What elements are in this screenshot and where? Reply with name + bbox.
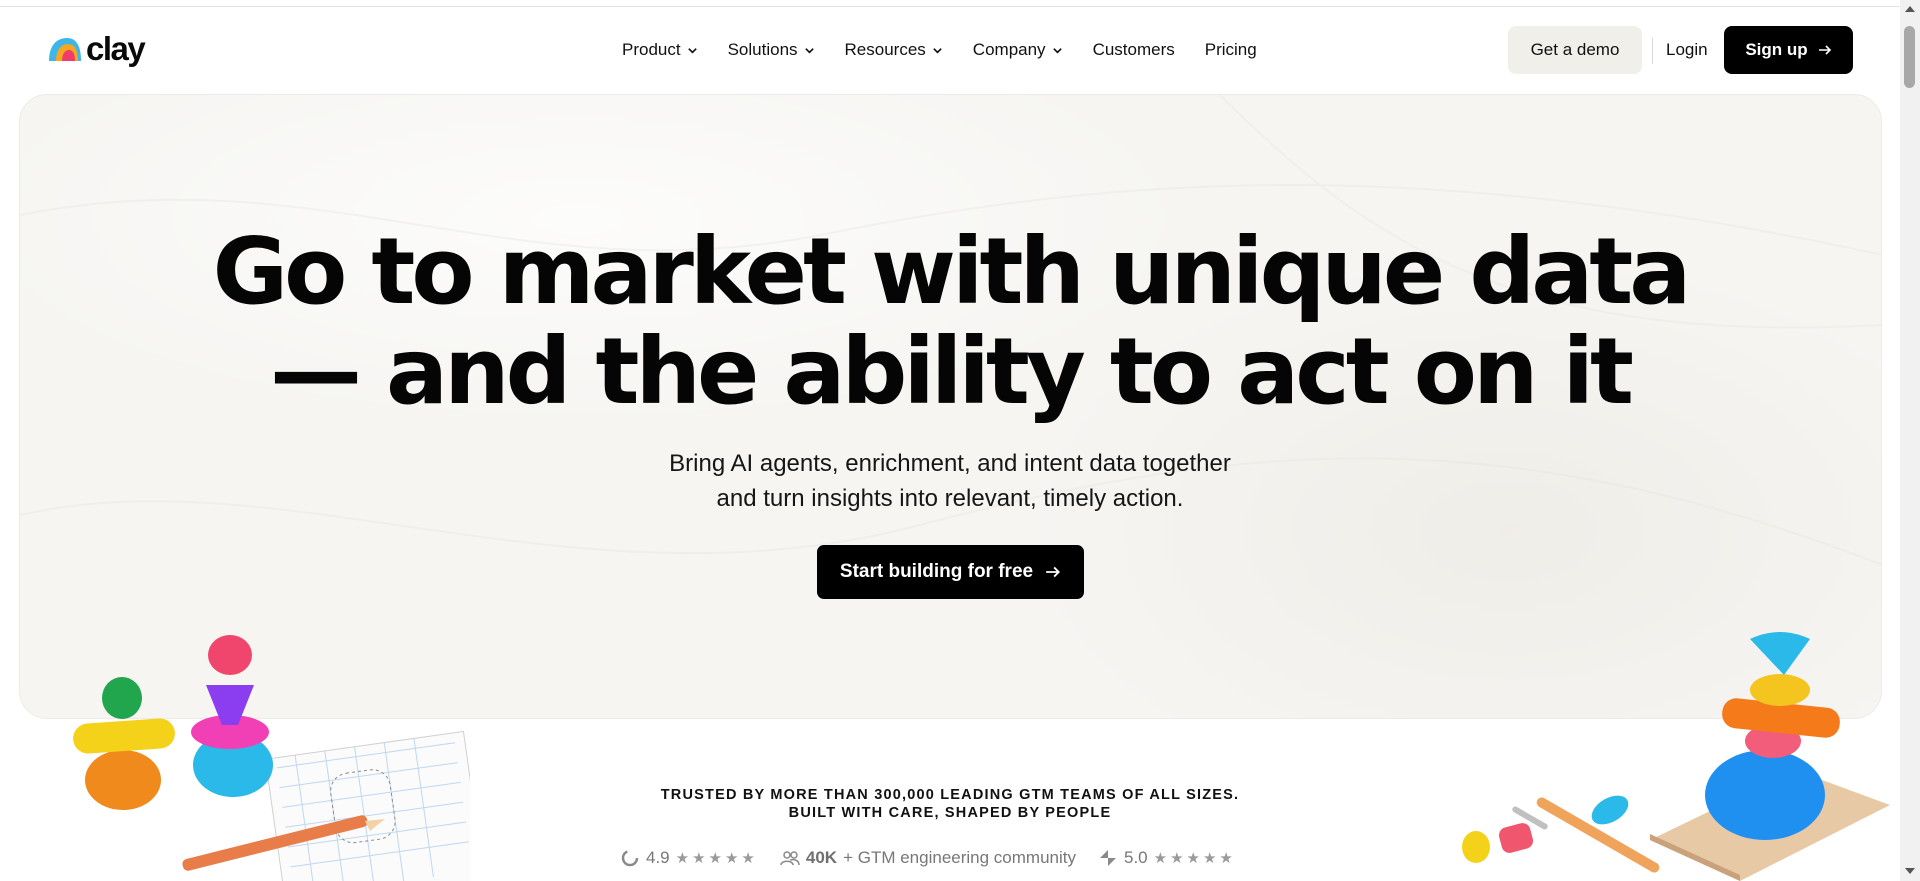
start-building-button[interactable]: Start building for free	[817, 545, 1084, 599]
scroll-down-arrow-icon[interactable]	[1905, 868, 1915, 874]
chevron-down-icon	[687, 47, 697, 54]
community-count: 40K	[805, 848, 838, 867]
top-navigation: clay Product Solutions Resources Company…	[0, 8, 1900, 92]
trust-statement: TRUSTED BY MORE THAN 300,000 LEADING GTM…	[0, 786, 1900, 822]
sign-up-label: Sign up	[1745, 40, 1808, 59]
headline-line-2: — and the ability to act on it	[270, 318, 1634, 425]
subheadline-line-2: and turn insights into relevant, timely …	[716, 485, 1184, 512]
arrow-right-icon	[1818, 45, 1831, 55]
get-a-demo-button[interactable]: Get a demo	[1508, 26, 1642, 74]
nav-product[interactable]: Product	[622, 40, 698, 60]
chevron-down-icon	[1052, 47, 1062, 54]
clay-logo-icon	[49, 37, 81, 61]
g2-rating[interactable]: 4.9 ★★★★★	[620, 848, 758, 868]
nav-resources[interactable]: Resources	[845, 40, 943, 60]
login-link[interactable]: Login	[1666, 40, 1708, 60]
nav-pricing-label: Pricing	[1204, 40, 1257, 59]
subheadline-line-1: Bring AI agents, enrichment, and intent …	[669, 450, 1231, 477]
chevron-down-icon	[804, 47, 814, 54]
arrow-right-icon	[1046, 566, 1061, 578]
primary-nav: Product Solutions Resources Company Cust…	[622, 40, 1287, 60]
capterra-rating[interactable]: 5.0 ★★★★★	[1098, 848, 1236, 868]
trust-line-2: BUILT WITH CARE, SHAPED BY PEOPLE	[788, 805, 1112, 821]
community-icon	[780, 851, 800, 866]
page-scrollbar[interactable]	[1900, 0, 1920, 881]
nav-product-label: Product	[622, 40, 681, 59]
g2-icon	[621, 849, 639, 867]
community-stat[interactable]: 40K + GTM engineering community	[780, 848, 1076, 868]
nav-solutions[interactable]: Solutions	[728, 40, 815, 60]
nav-solutions-label: Solutions	[727, 40, 798, 59]
browser-top-edge	[0, 0, 1920, 7]
start-building-label: Start building for free	[839, 561, 1034, 582]
sign-up-button[interactable]: Sign up	[1724, 26, 1853, 74]
nav-divider	[1652, 38, 1653, 64]
star-rating-icon: ★★★★★	[675, 850, 758, 867]
clay-logo[interactable]: clay	[47, 30, 146, 67]
nav-pricing[interactable]: Pricing	[1205, 40, 1257, 60]
scrollbar-thumb[interactable]	[1904, 26, 1915, 88]
nav-resources-label: Resources	[844, 40, 926, 59]
headline-line-1: Go to market with unique data	[212, 218, 1692, 325]
trust-line-1: TRUSTED BY MORE THAN 300,000 LEADING GTM…	[660, 787, 1240, 803]
hero-subheadline: Bring AI agents, enrichment, and intent …	[0, 446, 1900, 516]
nav-company[interactable]: Company	[973, 40, 1063, 60]
nav-customers-label: Customers	[1092, 40, 1175, 59]
nav-company-label: Company	[972, 40, 1046, 59]
star-rating-icon: ★★★★★	[1153, 850, 1236, 867]
ratings-row: 4.9 ★★★★★ 40K + GTM engineering communit…	[620, 848, 1258, 868]
chevron-down-icon	[933, 47, 942, 54]
capterra-score: 5.0	[1123, 848, 1148, 867]
capterra-icon	[1099, 850, 1116, 866]
community-text: + GTM engineering community	[843, 848, 1076, 867]
g2-score: 4.9	[646, 848, 670, 867]
nav-customers[interactable]: Customers	[1093, 40, 1175, 60]
clay-sculpture-right-illustration	[1462, 632, 1890, 881]
brand-name: clay	[86, 30, 146, 67]
clay-sculpture-left-illustration	[73, 635, 470, 881]
hero-headline: Go to market with unique data — and the …	[0, 222, 1900, 422]
scroll-up-arrow-icon[interactable]	[1905, 6, 1915, 12]
